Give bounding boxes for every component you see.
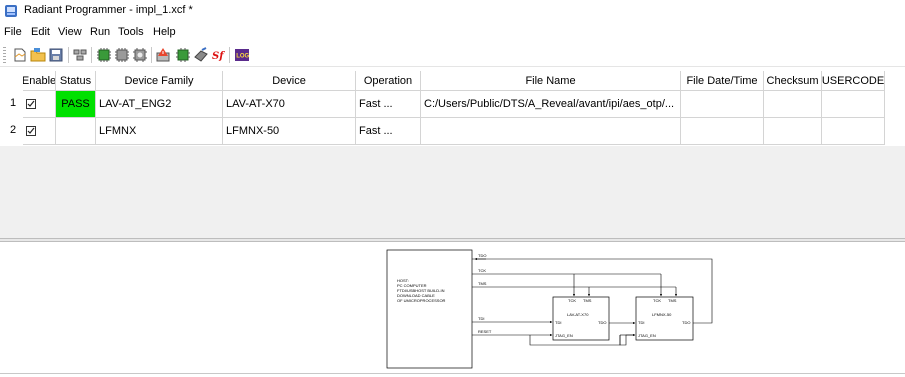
chip2-en: JTAG_EN: [638, 333, 656, 338]
chip2-tdi: TDI: [638, 320, 644, 325]
chip2-tms: TMS: [668, 298, 677, 303]
bottom-divider: [0, 373, 905, 374]
host-box: [386, 249, 473, 369]
chip1-en: JTAG_EN: [555, 333, 573, 338]
chip2-tdo: TDO: [682, 320, 690, 325]
jtag-chain-diagram: HOST: PC COMPUTER FTDI/USBHOST BUILD-IN …: [386, 249, 713, 369]
tck-label: TCK: [478, 268, 486, 273]
tdi-label: TDI: [478, 316, 484, 321]
tms-label: TMS: [478, 281, 487, 286]
chip1-tdo: TDO: [598, 320, 606, 325]
tdo-label: TDO: [478, 253, 486, 258]
reset-label: RESET: [478, 329, 492, 334]
reset-wire-2: [619, 334, 635, 346]
chip2-tck: TCK: [653, 298, 661, 303]
chip1-tck: TCK: [568, 298, 576, 303]
chip1-name: LAV-AT-X70: [567, 312, 589, 317]
chip2-name: LFMNX-50: [652, 312, 672, 317]
chip1-tdi: TDI: [555, 320, 561, 325]
host-label: OF UMICROPROCESSOR: [397, 298, 446, 303]
chip1-tms: TMS: [583, 298, 592, 303]
